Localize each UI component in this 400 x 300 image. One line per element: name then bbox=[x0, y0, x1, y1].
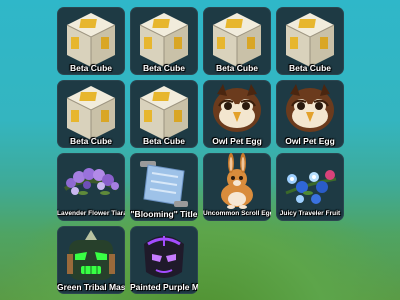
inventory-item-uncommon-scroll-egg[interactable]: Uncommon Scroll Egg bbox=[203, 153, 271, 221]
inventory-item-beta-cube[interactable]: Beta Cube bbox=[57, 80, 125, 148]
inventory-item-beta-cube[interactable]: Beta Cube bbox=[203, 7, 271, 75]
item-label: Beta Cube bbox=[69, 136, 113, 146]
inventory-item-owl-pet-egg[interactable]: Owl Pet Egg bbox=[276, 80, 344, 148]
item-label: Uncommon Scroll Egg bbox=[203, 210, 271, 217]
inventory-item-beta-cube[interactable]: Beta Cube bbox=[57, 7, 125, 75]
inventory-item-green-tribal-mask[interactable]: Green Tribal Mask bbox=[57, 226, 125, 294]
inventory-grid: Beta Cube Beta Cube Beta Cube Beta Cube … bbox=[57, 7, 345, 297]
inventory-item-beta-cube[interactable]: Beta Cube bbox=[130, 80, 198, 148]
item-label: Beta Cube bbox=[142, 136, 186, 146]
item-label: Green Tribal Mask bbox=[57, 282, 125, 292]
inventory-item-blooming-title[interactable]: "Blooming" Title bbox=[130, 153, 198, 221]
inventory-item-beta-cube[interactable]: Beta Cube bbox=[276, 7, 344, 75]
inventory-item-painted-purple-mask[interactable]: Painted Purple Mask bbox=[130, 226, 198, 294]
item-label: "Blooming" Title bbox=[130, 209, 198, 219]
item-label: Beta Cube bbox=[288, 63, 332, 73]
item-label: Juicy Traveler Fruit bbox=[279, 210, 341, 217]
item-label: Beta Cube bbox=[142, 63, 186, 73]
item-label: Beta Cube bbox=[215, 63, 259, 73]
inventory-item-owl-pet-egg[interactable]: Owl Pet Egg bbox=[203, 80, 271, 148]
item-label: Painted Purple Mask bbox=[130, 282, 198, 292]
item-label: Beta Cube bbox=[69, 63, 113, 73]
item-label: Lavender Flower Tiara bbox=[57, 210, 125, 217]
inventory-item-beta-cube[interactable]: Beta Cube bbox=[130, 7, 198, 75]
inventory-item-lavender-flower-tiara[interactable]: Lavender Flower Tiara bbox=[57, 153, 125, 221]
item-label: Owl Pet Egg bbox=[285, 136, 335, 146]
inventory-item-juicy-traveler-fruit[interactable]: Juicy Traveler Fruit bbox=[276, 153, 344, 221]
item-label: Owl Pet Egg bbox=[212, 136, 262, 146]
